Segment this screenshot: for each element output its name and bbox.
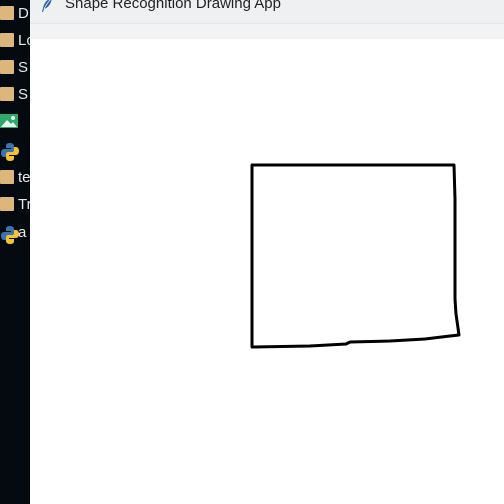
folder-icon (0, 197, 14, 211)
python-icon (0, 142, 19, 161)
folder-icon (0, 33, 14, 47)
canvas-drawing (250, 163, 461, 349)
explorer-item-2[interactable]: Lo (0, 27, 30, 53)
file-explorer-sidebar: D Lo S S te (0, 0, 30, 504)
explorer-item-label: S (18, 85, 29, 103)
window-title: Shape Recognition Drawing App (65, 0, 281, 12)
explorer-item-4[interactable]: S (0, 81, 30, 107)
explorer-item-label: Lo (18, 31, 30, 49)
toolbar-area (30, 24, 504, 39)
feather-icon (40, 0, 54, 13)
explorer-item-label: S (18, 58, 29, 76)
image-icon (0, 114, 18, 128)
explorer-item-7[interactable]: te (0, 164, 30, 190)
folder-icon (0, 170, 14, 184)
explorer-item-5[interactable] (0, 108, 30, 134)
folder-icon (0, 87, 14, 101)
explorer-item-1[interactable]: D (0, 0, 30, 26)
folder-icon (0, 60, 14, 74)
explorer-item-label: te (18, 168, 30, 186)
title-bar[interactable]: Shape Recognition Drawing App (30, 0, 504, 24)
drawn-rectangle-stroke (250, 163, 461, 349)
explorer-item-label: Tr (18, 195, 30, 213)
explorer-item-9[interactable]: a (0, 219, 30, 245)
explorer-item-6[interactable] (0, 136, 30, 162)
python-icon (0, 225, 19, 244)
folder-icon (0, 6, 14, 20)
explorer-item-8[interactable]: Tr (0, 191, 30, 217)
explorer-item-3[interactable]: S (0, 54, 30, 80)
app-window: Shape Recognition Drawing App (30, 0, 504, 504)
explorer-item-label: a (18, 223, 27, 241)
explorer-item-label: D (18, 4, 29, 22)
drawing-canvas[interactable] (30, 39, 504, 504)
